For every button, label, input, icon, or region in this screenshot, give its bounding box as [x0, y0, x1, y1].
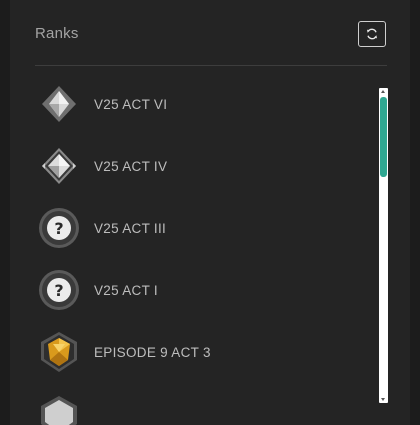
rank-item[interactable]: V25 ACT IV — [35, 138, 375, 194]
rank-item[interactable]: V25 ACT VI — [35, 76, 375, 132]
rank-item[interactable]: ? V25 ACT I — [35, 262, 375, 318]
divider — [35, 65, 387, 66]
svg-text:?: ? — [54, 219, 63, 238]
rank-item[interactable]: ? V25 ACT III — [35, 200, 375, 256]
scroll-up-icon[interactable] — [381, 90, 385, 93]
rank-label: V25 ACT VI — [94, 96, 168, 112]
rank-label: V25 ACT IV — [94, 158, 168, 174]
refresh-icon — [367, 28, 377, 40]
refresh-button[interactable] — [358, 21, 386, 47]
scroll-down-icon[interactable] — [381, 398, 385, 401]
rank-item[interactable] — [35, 388, 375, 425]
rank-icon-partial — [37, 394, 81, 425]
rank-label: V25 ACT III — [94, 220, 167, 236]
scrollbar-thumb[interactable] — [380, 97, 387, 177]
rank-item[interactable]: EPISODE 9 ACT 3 — [35, 324, 375, 380]
unknown-rank-icon: ? — [37, 268, 81, 312]
unknown-rank-icon: ? — [37, 206, 81, 250]
rank-list: V25 ACT VI V25 ACT IV ? V25 ACT III ? V2… — [35, 72, 375, 425]
rank-label: EPISODE 9 ACT 3 — [94, 344, 211, 360]
svg-text:?: ? — [54, 281, 63, 300]
rank-label: V25 ACT I — [94, 282, 158, 298]
scrollbar[interactable] — [379, 88, 388, 403]
diamond-rank-icon — [37, 144, 81, 188]
diamond-rank-icon — [37, 82, 81, 126]
gold-rank-icon — [37, 330, 81, 374]
panel-title: Ranks — [35, 25, 79, 42]
ranks-panel: Ranks V25 ACT VI V25 ACT IV ? V25 ACT II… — [10, 0, 410, 425]
